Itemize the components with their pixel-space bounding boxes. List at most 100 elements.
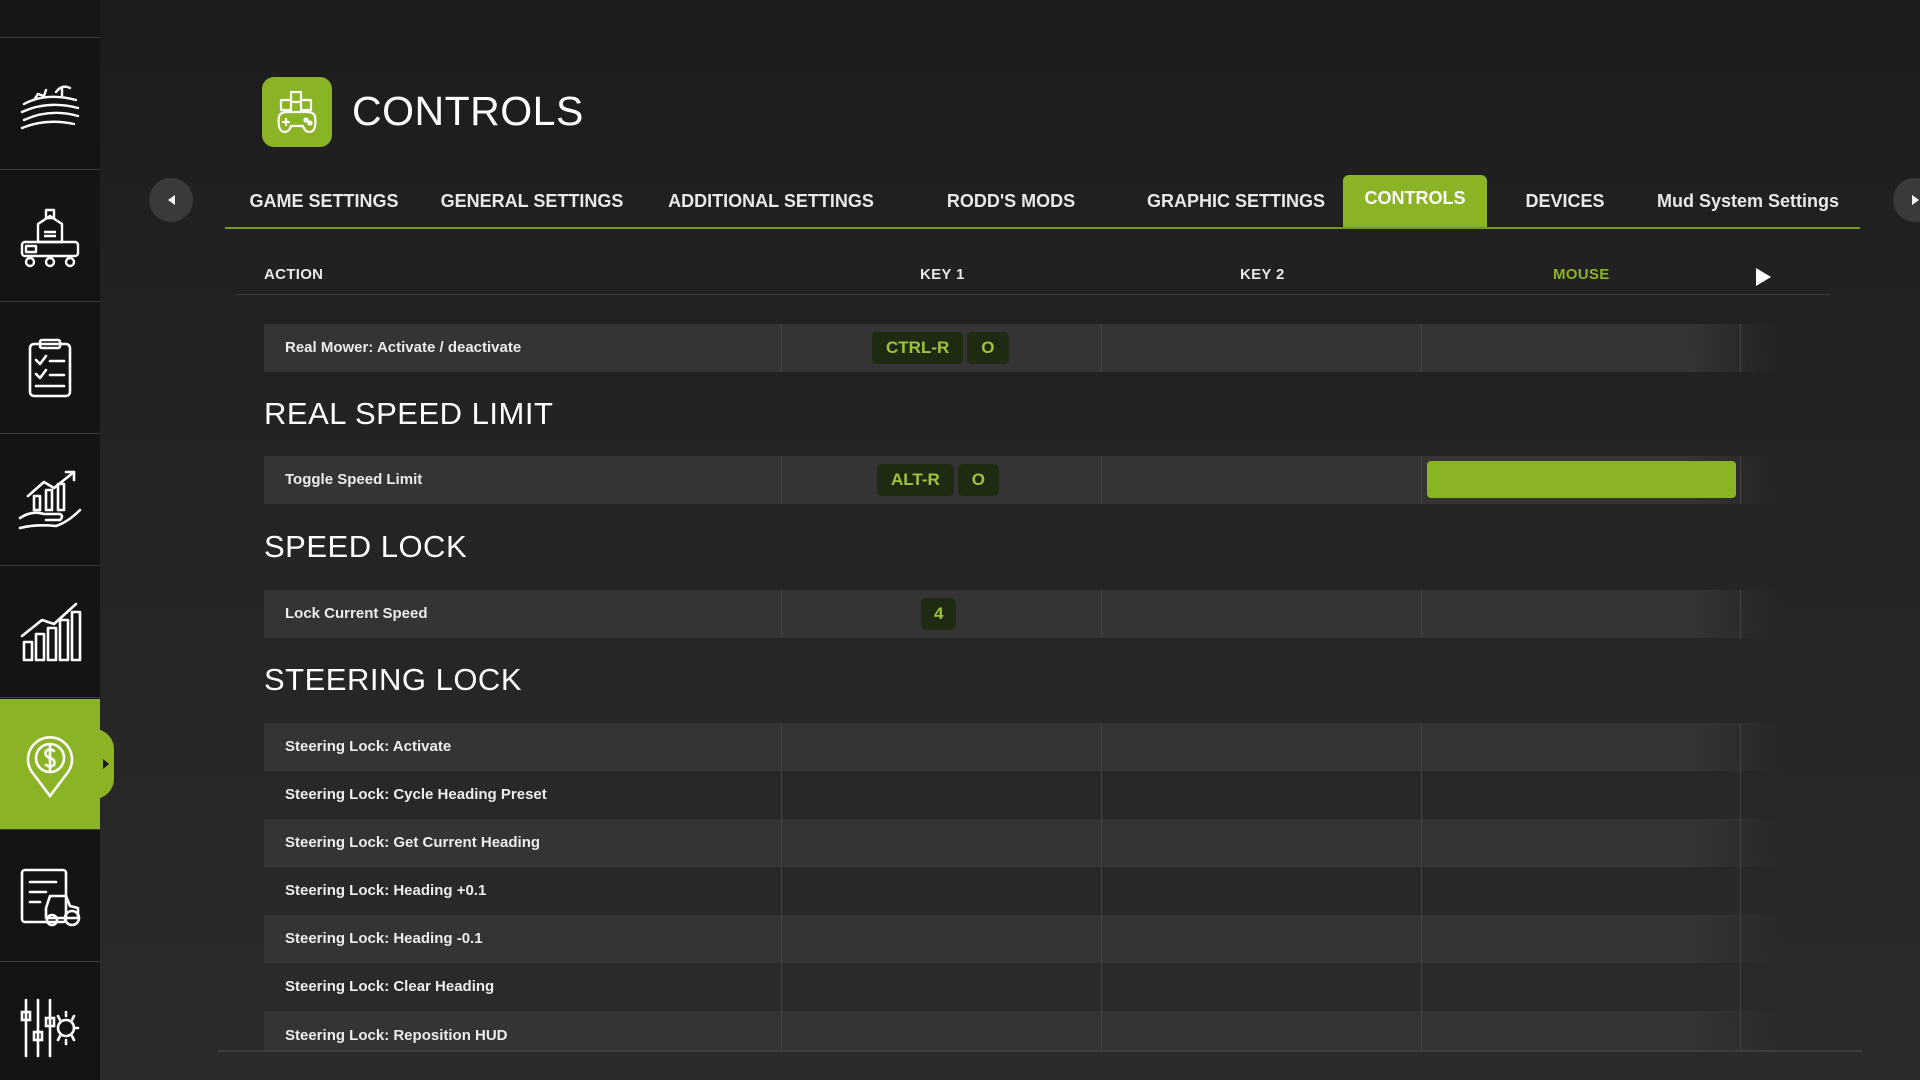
cell-divider bbox=[1740, 819, 1741, 867]
cell-divider bbox=[1101, 963, 1102, 1011]
binding-row[interactable]: Steering Lock: Reposition HUD bbox=[264, 1011, 1780, 1050]
action-label: Toggle Speed Limit bbox=[285, 471, 423, 488]
cell-divider bbox=[1421, 590, 1422, 638]
settings-sliders-icon bbox=[20, 998, 80, 1058]
key1-binding[interactable]: ALT-R O bbox=[877, 464, 1000, 496]
cell-divider bbox=[1740, 963, 1741, 1011]
cell-divider bbox=[1101, 590, 1102, 638]
active-indicator bbox=[103, 759, 109, 769]
cell-divider bbox=[1101, 915, 1102, 963]
cell-divider bbox=[781, 324, 782, 372]
contracts-icon bbox=[28, 338, 72, 398]
cell-divider bbox=[1101, 867, 1102, 915]
tab-graphic-settings[interactable]: GRAPHIC SETTINGS bbox=[1127, 175, 1345, 227]
play-icon[interactable] bbox=[1756, 268, 1771, 286]
tab-rodds-mods[interactable]: RODD'S MODS bbox=[929, 175, 1093, 227]
sidebar-item-vehicles[interactable] bbox=[0, 831, 100, 962]
key-cap: ALT-R bbox=[877, 464, 954, 496]
binding-row[interactable]: Lock Current Speed 4 bbox=[264, 590, 1780, 638]
tab-game-settings[interactable]: GAME SETTINGS bbox=[225, 175, 423, 227]
statistics-icon bbox=[20, 602, 82, 662]
header-divider bbox=[236, 294, 1830, 295]
binding-row[interactable]: Toggle Speed Limit ALT-R O bbox=[264, 456, 1780, 504]
cell-divider bbox=[781, 590, 782, 638]
cell-divider bbox=[781, 771, 782, 819]
tab-additional-settings[interactable]: ADDITIONAL SETTINGS bbox=[663, 175, 879, 227]
cell-divider bbox=[1421, 867, 1422, 915]
arrow-right-icon bbox=[1911, 195, 1919, 205]
sidebar-item-settings[interactable] bbox=[0, 963, 100, 1080]
arrow-left-icon bbox=[167, 195, 175, 205]
cell-divider bbox=[1421, 819, 1422, 867]
finance-hand-icon bbox=[18, 470, 82, 530]
cell-divider bbox=[1740, 867, 1741, 915]
cell-divider bbox=[1101, 771, 1102, 819]
tab-bar: GAME SETTINGS GENERAL SETTINGS ADDITIONA… bbox=[225, 175, 1860, 229]
action-label: Real Mower: Activate / deactivate bbox=[285, 339, 522, 356]
key1-binding[interactable]: CTRL-R O bbox=[872, 332, 1009, 364]
binding-row[interactable]: Steering Lock: Clear Heading bbox=[264, 963, 1780, 1011]
cell-divider bbox=[1101, 1011, 1102, 1050]
cell-divider bbox=[1740, 1011, 1741, 1050]
tab-scroll-left-button[interactable] bbox=[149, 178, 193, 222]
section-title: REAL SPEED LIMIT bbox=[264, 396, 554, 431]
binding-row[interactable]: Steering Lock: Heading -0.1 bbox=[264, 915, 1780, 963]
cell-divider bbox=[1101, 819, 1102, 867]
sidebar bbox=[0, 0, 114, 1080]
list-bottom-divider bbox=[218, 1050, 1862, 1052]
gamepad-icon bbox=[277, 90, 317, 134]
action-label: Lock Current Speed bbox=[285, 605, 428, 622]
cell-divider bbox=[1740, 771, 1741, 819]
action-label: Steering Lock: Cycle Heading Preset bbox=[285, 786, 547, 803]
binding-row[interactable]: Steering Lock: Get Current Heading bbox=[264, 819, 1780, 867]
cell-divider bbox=[1101, 324, 1102, 372]
farmland-icon bbox=[20, 85, 80, 130]
section-title: STEERING LOCK bbox=[264, 662, 522, 697]
cell-divider bbox=[1421, 771, 1422, 819]
column-header-mouse: MOUSE bbox=[1553, 266, 1610, 283]
vehicle-list-icon bbox=[20, 868, 81, 927]
sidebar-item-farmland[interactable] bbox=[0, 39, 100, 170]
sidebar-item-statistics[interactable] bbox=[0, 567, 100, 698]
cell-divider bbox=[1421, 963, 1422, 1011]
key-cap: O bbox=[967, 332, 1009, 364]
section-title: SPEED LOCK bbox=[264, 529, 468, 564]
cell-divider bbox=[1421, 456, 1422, 504]
cell-divider bbox=[1740, 590, 1741, 638]
column-header-key1: KEY 1 bbox=[920, 266, 965, 283]
action-label: Steering Lock: Clear Heading bbox=[285, 978, 495, 995]
action-label: Steering Lock: Heading -0.1 bbox=[285, 930, 483, 947]
binding-row[interactable]: Steering Lock: Activate bbox=[264, 723, 1780, 771]
key1-binding[interactable]: 4 bbox=[921, 598, 957, 630]
tab-general-settings[interactable]: GENERAL SETTINGS bbox=[435, 175, 629, 227]
tab-mud-system-settings[interactable]: Mud System Settings bbox=[1645, 175, 1851, 227]
cell-divider bbox=[781, 915, 782, 963]
sidebar-item-price-map[interactable] bbox=[0, 699, 114, 830]
cell-divider bbox=[781, 456, 782, 504]
binding-row[interactable]: Steering Lock: Cycle Heading Preset bbox=[264, 771, 1780, 819]
tab-devices[interactable]: DEVICES bbox=[1510, 175, 1620, 227]
sidebar-item-production[interactable] bbox=[0, 171, 100, 302]
production-icon bbox=[20, 208, 80, 268]
cell-divider bbox=[1740, 456, 1741, 504]
cell-divider bbox=[1101, 456, 1102, 504]
cell-divider bbox=[1421, 915, 1422, 963]
binding-row[interactable]: Steering Lock: Heading +0.1 bbox=[264, 867, 1780, 915]
cell-divider bbox=[1421, 723, 1422, 771]
cell-divider bbox=[1421, 324, 1422, 372]
sidebar-top bbox=[0, 0, 100, 38]
sidebar-item-contracts[interactable] bbox=[0, 303, 100, 434]
sidebar-item-finance[interactable] bbox=[0, 435, 100, 566]
cell-divider bbox=[781, 723, 782, 771]
action-label: Steering Lock: Get Current Heading bbox=[285, 834, 541, 851]
cell-divider bbox=[781, 867, 782, 915]
action-label: Steering Lock: Heading +0.1 bbox=[285, 882, 487, 899]
cell-divider bbox=[781, 1011, 782, 1050]
key-cap: 4 bbox=[921, 598, 957, 630]
binding-row[interactable]: Real Mower: Activate / deactivate CTRL-R… bbox=[264, 324, 1780, 372]
cell-divider bbox=[1740, 915, 1741, 963]
header-controls-icon bbox=[262, 77, 332, 147]
mouse-binding-selected[interactable] bbox=[1427, 461, 1736, 498]
cell-divider bbox=[1740, 723, 1741, 771]
tab-controls[interactable]: CONTROLS bbox=[1343, 175, 1487, 227]
